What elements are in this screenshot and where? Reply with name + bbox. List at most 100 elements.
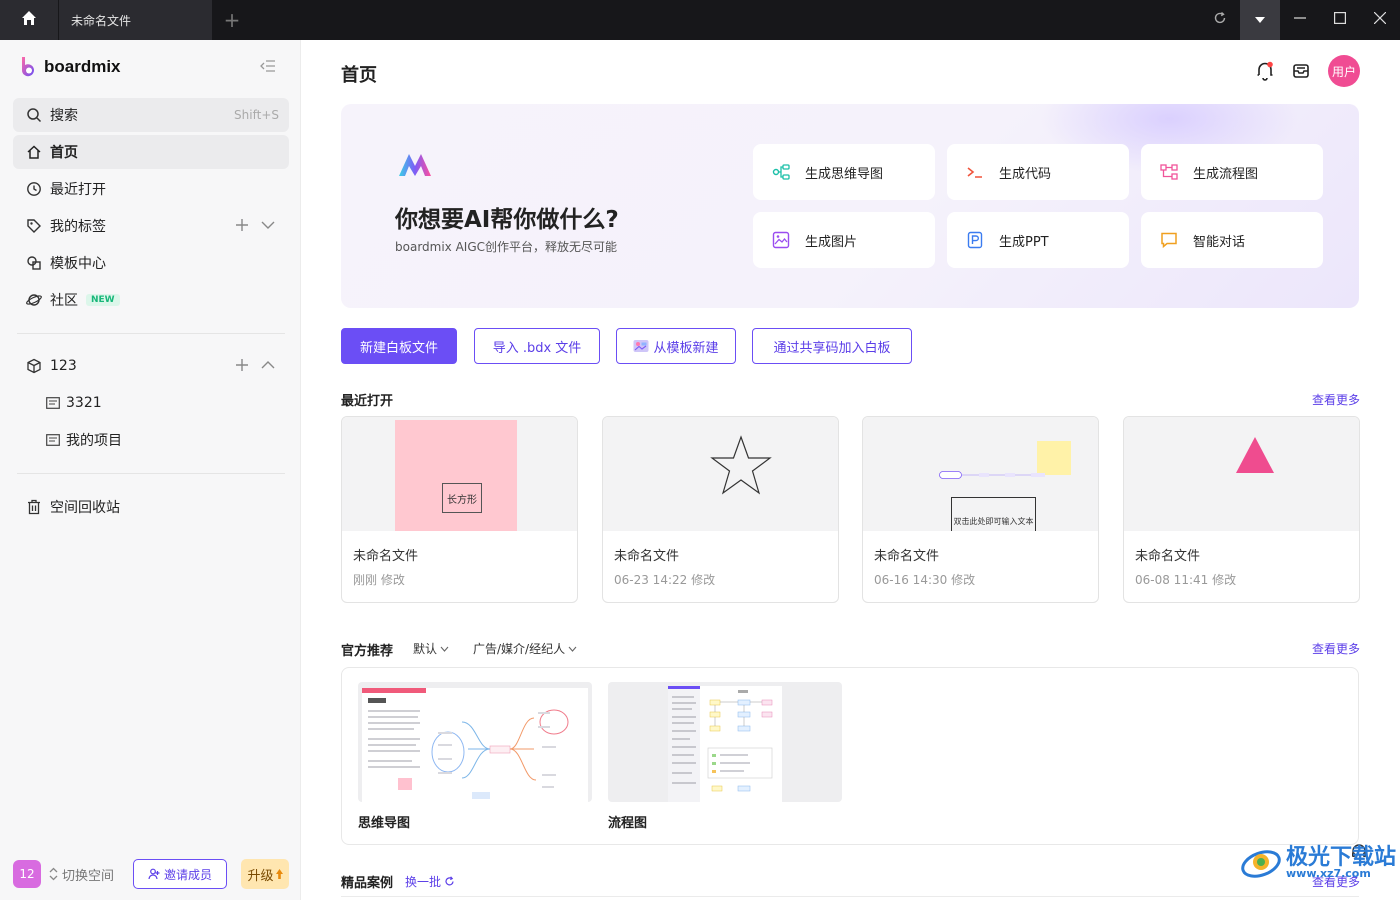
ai-image-card[interactable]: 生成图片: [753, 212, 935, 268]
ai-card-label: 生成图片: [805, 234, 858, 250]
sidebar-item-label: 空间回收站: [50, 500, 120, 516]
upgrade-button[interactable]: 升级: [241, 859, 289, 889]
template-label: 流程图: [608, 816, 648, 831]
home-outline-icon: [25, 143, 43, 161]
planet-icon: [25, 291, 43, 309]
ai-card-label: 智能对话: [1193, 234, 1246, 250]
file-name: 未命名文件: [614, 549, 680, 564]
template-card-mindmap[interactable]: [358, 682, 592, 802]
search-input[interactable]: 搜索 Shift+S: [13, 98, 289, 132]
recent-file-card[interactable]: 未命名文件 06-23 14:22 修改: [602, 416, 839, 603]
notification-bell-icon[interactable]: [1256, 61, 1274, 81]
refresh-button[interactable]: [1200, 0, 1240, 40]
new-whiteboard-button[interactable]: 新建白板文件: [341, 328, 457, 364]
file-name: 未命名文件: [874, 549, 940, 564]
refresh-icon: [444, 876, 455, 887]
new-from-template-button[interactable]: 从模板新建: [616, 328, 736, 364]
ai-mindmap-card[interactable]: 生成思维导图: [753, 144, 935, 200]
watermark-text: 极光下载站: [1286, 843, 1397, 869]
inbox-icon[interactable]: [1292, 62, 1310, 80]
project-item[interactable]: 我的项目: [46, 425, 122, 455]
home-tab[interactable]: [0, 0, 58, 40]
close-button[interactable]: [1360, 0, 1400, 40]
switch-space-button[interactable]: 切换空间: [49, 865, 114, 884]
ai-title: 你想要AI帮你做什么?: [395, 207, 619, 233]
file-name: 未命名文件: [1135, 549, 1201, 564]
watermark-logo-icon: [1241, 850, 1281, 878]
search-label: 搜索: [50, 108, 78, 124]
ai-logo-icon: [399, 152, 433, 182]
mindmap-icon: [771, 162, 791, 182]
search-shortcut: Shift+S: [234, 108, 279, 122]
ai-flowchart-card[interactable]: 生成流程图: [1141, 144, 1323, 200]
sidebar-item-community[interactable]: 社区 NEW: [13, 283, 289, 317]
ai-card-label: 生成思维导图: [805, 166, 884, 182]
space-avatar[interactable]: 12: [13, 860, 41, 888]
new-tab-button[interactable]: +: [212, 0, 252, 40]
chevron-down-icon[interactable]: [261, 216, 275, 237]
ai-code-card[interactable]: 生成代码: [947, 144, 1129, 200]
join-by-code-button[interactable]: 通过共享码加入白板: [752, 328, 912, 364]
brand-logo[interactable]: boardmix: [20, 54, 282, 80]
recent-see-more-link[interactable]: 查看更多: [1312, 391, 1360, 408]
sidebar-item-trash[interactable]: 空间回收站: [13, 490, 289, 524]
file-name: 未命名文件: [353, 549, 419, 564]
ai-chat-card[interactable]: 智能对话: [1141, 212, 1323, 268]
boardmix-logo-icon: [21, 57, 34, 77]
category-label: 广告/媒介/经纪人: [473, 642, 566, 656]
image-icon: [771, 230, 791, 250]
template-button-label: 从模板新建: [653, 340, 719, 356]
title-bar: 未命名文件 +: [0, 0, 1400, 40]
chevron-down-icon: [568, 646, 577, 652]
import-bdx-button[interactable]: 导入 .bdx 文件: [474, 328, 600, 364]
template-card-flowchart[interactable]: [608, 682, 842, 802]
collapse-sidebar-icon[interactable]: [260, 59, 276, 77]
add-project-icon[interactable]: [235, 356, 249, 377]
ai-ppt-card[interactable]: 生成PPT: [947, 212, 1129, 268]
official-section-title: 官方推荐: [341, 644, 394, 659]
add-tag-icon[interactable]: [235, 216, 249, 237]
invite-members-button[interactable]: 邀请成员: [133, 859, 227, 889]
sidebar-item-tags[interactable]: 我的标签: [13, 209, 289, 243]
text-box-shape: 双击此处即可输入文本: [951, 497, 1036, 531]
ppt-icon: [965, 230, 985, 250]
file-modified-time: 刚刚 修改: [353, 573, 405, 587]
maximize-icon: [1334, 12, 1347, 28]
sidebar-footer: 12 切换空间 邀请成员 升级: [13, 858, 291, 890]
ai-card-label: 生成PPT: [999, 234, 1049, 250]
new-badge: NEW: [86, 294, 120, 306]
user-avatar[interactable]: 用户: [1328, 55, 1360, 87]
template-label: 思维导图: [358, 816, 411, 831]
dropdown-button[interactable]: [1240, 0, 1280, 40]
sidebar-item-recent[interactable]: 最近打开: [13, 172, 289, 206]
sidebar-item-home[interactable]: 首页: [13, 135, 289, 169]
sidebar-item-templates[interactable]: 模板中心: [13, 246, 289, 280]
category-dropdown[interactable]: 广告/媒介/经纪人: [473, 640, 577, 657]
search-icon: [25, 106, 43, 124]
minimize-button[interactable]: [1280, 0, 1320, 40]
cube-icon: [25, 357, 43, 375]
refresh-batch-button[interactable]: 换一批: [405, 873, 455, 890]
invite-label: 邀请成员: [163, 867, 212, 882]
triangle-shape: [1236, 437, 1274, 473]
flowchart-template-preview: [668, 686, 782, 802]
refresh-icon: [1213, 11, 1227, 29]
official-see-more-link[interactable]: 查看更多: [1312, 640, 1360, 657]
sort-dropdown[interactable]: 默认: [413, 640, 449, 657]
maximize-button[interactable]: [1320, 0, 1360, 40]
sidebar-divider: [17, 473, 285, 474]
home-icon: [20, 9, 38, 31]
document-tab[interactable]: 未命名文件: [58, 0, 212, 40]
recent-file-card[interactable]: 未命名文件 06-08 11:41 修改: [1123, 416, 1360, 603]
close-icon: [1373, 11, 1387, 28]
sidebar-item-team[interactable]: 123: [13, 349, 289, 383]
template-center-icon: [25, 254, 43, 272]
watermark: 极光下载站 www.xz7.com: [1240, 842, 1396, 882]
recent-file-card[interactable]: 长方形 未命名文件 刚刚 修改: [341, 416, 578, 603]
project-item[interactable]: 3321: [46, 388, 102, 418]
project-label: 我的项目: [66, 433, 122, 449]
recent-file-card[interactable]: 双击此处即可输入文本 未命名文件 06-16 14:30 修改: [862, 416, 1099, 603]
minimize-icon: [1294, 12, 1306, 28]
clock-icon: [25, 180, 43, 198]
chevron-up-icon[interactable]: [261, 356, 275, 377]
